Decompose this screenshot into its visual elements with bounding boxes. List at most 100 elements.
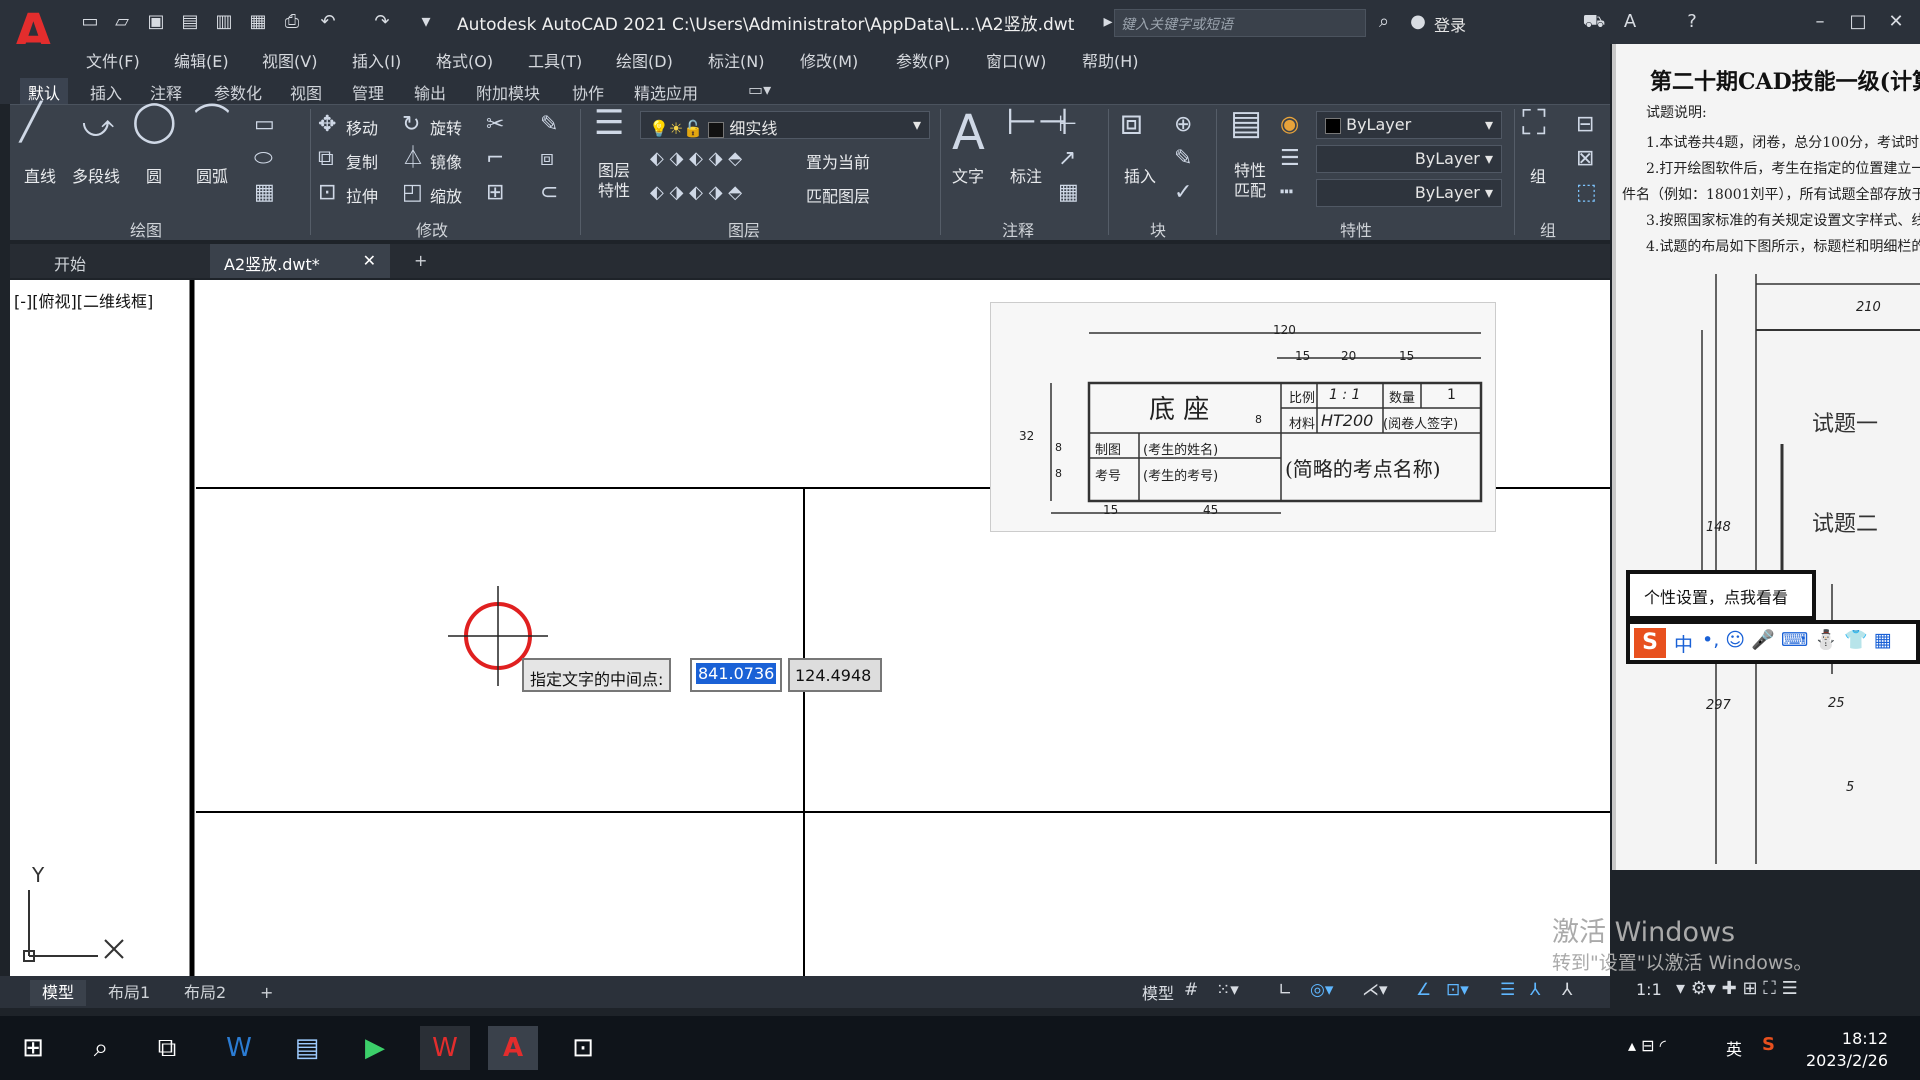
polyline-tool[interactable]: 多段线 bbox=[72, 163, 120, 187]
scale-icon[interactable]: ◰ bbox=[402, 181, 423, 205]
tab-start[interactable]: 开始 bbox=[40, 244, 210, 278]
ime-language[interactable]: 中 bbox=[1674, 630, 1693, 657]
polyline-icon[interactable]: ⤻ bbox=[82, 112, 114, 142]
insert-block-icon[interactable]: ⧈ bbox=[1120, 105, 1143, 141]
open-icon[interactable]: ▱ bbox=[110, 10, 134, 34]
tray-icons[interactable]: ▴ ⊟ ◜ bbox=[1628, 1036, 1666, 1055]
menu-help[interactable]: 帮助(H) bbox=[1082, 48, 1139, 72]
ellipse-icon[interactable]: ⬭ bbox=[254, 147, 273, 171]
menu-draw[interactable]: 绘图(D) bbox=[616, 48, 673, 72]
menu-modify[interactable]: 修改(M) bbox=[800, 48, 858, 72]
osnap-icon[interactable]: ∠ bbox=[1416, 980, 1431, 1000]
rotate-tool[interactable]: 旋转 bbox=[430, 115, 462, 139]
circle-icon[interactable]: ◯ bbox=[132, 101, 177, 141]
fillet-icon[interactable]: ⌐ bbox=[486, 147, 504, 171]
leader-icon[interactable]: ↗ bbox=[1058, 147, 1076, 171]
new-icon[interactable]: ▭ bbox=[78, 10, 102, 34]
circle-tool[interactable]: 圆 bbox=[146, 163, 162, 187]
customize-quick-access-icon[interactable]: ▾ bbox=[414, 10, 438, 34]
color-dropdown[interactable]: ByLayer ▾ bbox=[1316, 111, 1502, 139]
offset-icon[interactable]: ⊂ bbox=[540, 181, 558, 205]
exam-document-window[interactable]: 第二十期CAD技能一级(计算机 试题说明: 1.本试卷共4题，闭卷，总分100分… bbox=[1612, 44, 1920, 870]
group-select-icon[interactable]: ⬚ bbox=[1576, 181, 1597, 205]
autoscale-icon[interactable]: ⅄ bbox=[1562, 980, 1572, 1000]
add-layout-icon[interactable]: + bbox=[248, 980, 285, 1006]
hatch-icon[interactable]: ▦ bbox=[254, 181, 275, 205]
text-tool[interactable]: 文字 bbox=[952, 163, 984, 187]
model-space-toggle[interactable]: 模型 bbox=[1142, 980, 1174, 1004]
polar-icon[interactable]: ◎▾ bbox=[1310, 980, 1333, 1000]
color-wheel-icon[interactable]: ◉ bbox=[1280, 113, 1299, 137]
erase-icon[interactable]: ✎ bbox=[540, 113, 558, 137]
move-icon[interactable]: ✥ bbox=[318, 113, 336, 137]
save-icon[interactable]: ▣ bbox=[144, 10, 168, 34]
tab-insert[interactable]: 插入 bbox=[82, 78, 130, 104]
autocad-taskbar-icon[interactable]: A bbox=[488, 1026, 538, 1070]
autodesk-a360-icon[interactable]: A bbox=[1618, 10, 1642, 34]
ime-settings-tip[interactable]: 个性设置，点我看看 bbox=[1626, 570, 1816, 620]
match-properties-tool[interactable]: 特性匹配 bbox=[1230, 161, 1270, 201]
menu-parametric[interactable]: 参数(P) bbox=[896, 48, 950, 72]
wps-icon[interactable]: W bbox=[420, 1026, 470, 1070]
group-edit-icon[interactable]: ⊠ bbox=[1576, 147, 1594, 171]
search-icon[interactable]: ⌕ bbox=[1372, 10, 1396, 34]
match-layer-tool[interactable]: 匹配图层 bbox=[806, 183, 870, 207]
tab-output[interactable]: 输出 bbox=[406, 78, 454, 104]
layer-tools-icon[interactable]: ⬖ ⬗ ⬖ ⬗ ⬘ bbox=[650, 147, 742, 171]
match-properties-icon[interactable]: ▤ bbox=[1230, 106, 1262, 140]
linetype-dropdown[interactable]: ByLayer ▾ bbox=[1316, 145, 1502, 173]
stretch-tool[interactable]: 拉伸 bbox=[346, 183, 378, 207]
menu-insert[interactable]: 插入(I) bbox=[352, 48, 401, 72]
ribbon-options-icon[interactable]: ▭▾ bbox=[740, 78, 779, 104]
plot-icon[interactable]: ▦ bbox=[246, 10, 270, 34]
word-icon[interactable]: W bbox=[214, 1026, 264, 1070]
file-explorer-icon[interactable]: ▤ bbox=[282, 1026, 332, 1070]
tab-home[interactable]: 默认 bbox=[20, 78, 69, 104]
explode-icon[interactable]: ⧈ bbox=[540, 147, 554, 171]
lineweight-dropdown[interactable]: ByLayer ▾ bbox=[1316, 179, 1502, 207]
line-icon[interactable]: ╱ bbox=[20, 105, 42, 141]
snap-icon[interactable]: ⁙▾ bbox=[1216, 980, 1239, 1000]
user-icon[interactable]: ● bbox=[1406, 10, 1430, 34]
move-tool[interactable]: 移动 bbox=[346, 115, 378, 139]
media-player-icon[interactable]: ▶ bbox=[350, 1026, 400, 1070]
camera-icon[interactable]: ⊡ bbox=[558, 1026, 608, 1070]
minimize-icon[interactable]: – bbox=[1808, 10, 1832, 34]
table-icon[interactable]: ▦ bbox=[1058, 181, 1079, 205]
windows-start-icon[interactable]: ⊞ bbox=[8, 1026, 58, 1070]
ime-indicator[interactable]: 英 bbox=[1726, 1036, 1742, 1060]
search-input[interactable]: 键入关键字或短语 bbox=[1114, 9, 1366, 37]
tab-addins[interactable]: 附加模块 bbox=[468, 78, 548, 104]
annotation-visibility-icon[interactable]: ⅄ bbox=[1530, 980, 1540, 1000]
menu-dimension[interactable]: 标注(N) bbox=[708, 48, 764, 72]
search-icon[interactable]: ⌕ bbox=[76, 1026, 126, 1070]
save-as-icon[interactable]: ▤ bbox=[178, 10, 202, 34]
layer-properties-tool[interactable]: 图层特性 bbox=[594, 161, 634, 201]
tab-file[interactable]: A2竖放.dwt* ✕ bbox=[210, 244, 390, 278]
panel-groups-title[interactable]: 组 bbox=[1540, 217, 1556, 241]
mirror-tool[interactable]: 镜像 bbox=[430, 149, 462, 173]
insert-block-tool[interactable]: 插入 bbox=[1124, 163, 1156, 187]
status-tools-icon[interactable]: ▾ ⚙▾ ✚ ⊞ ⛶ ☰ bbox=[1676, 978, 1798, 999]
help-icon[interactable]: ? bbox=[1680, 10, 1704, 34]
menu-view[interactable]: 视图(V) bbox=[262, 48, 317, 72]
login-link[interactable]: 登录 bbox=[1434, 12, 1466, 36]
mirror-icon[interactable]: ⏃ bbox=[402, 147, 424, 171]
menu-file[interactable]: 文件(F) bbox=[86, 48, 140, 72]
stretch-icon[interactable]: ⊡ bbox=[318, 181, 336, 205]
undo-icon[interactable]: ↶ bbox=[316, 10, 340, 34]
set-current-tool[interactable]: 置为当前 bbox=[806, 149, 870, 173]
maximize-icon[interactable]: □ bbox=[1846, 10, 1870, 34]
text-icon[interactable]: A bbox=[952, 107, 985, 159]
tab-manage[interactable]: 管理 bbox=[344, 78, 392, 104]
tab-layout1[interactable]: 布局1 bbox=[96, 980, 162, 1006]
group-tool[interactable]: 组 bbox=[1530, 163, 1546, 187]
task-view-icon[interactable]: ⧉ bbox=[142, 1026, 192, 1070]
linear-dim-icon[interactable]: ⊢ bbox=[1058, 113, 1077, 137]
menu-edit[interactable]: 编辑(E) bbox=[174, 48, 229, 72]
attribute-icon[interactable]: ✓ bbox=[1174, 181, 1192, 205]
tab-parametric[interactable]: 参数化 bbox=[206, 78, 270, 104]
layer-tools2-icon[interactable]: ⬖ ⬗ ⬖ ⬗ ⬘ bbox=[650, 181, 742, 205]
panel-annotation-title[interactable]: 注释 bbox=[1002, 217, 1034, 241]
x-coordinate-input[interactable]: 841.0736 bbox=[690, 658, 782, 692]
